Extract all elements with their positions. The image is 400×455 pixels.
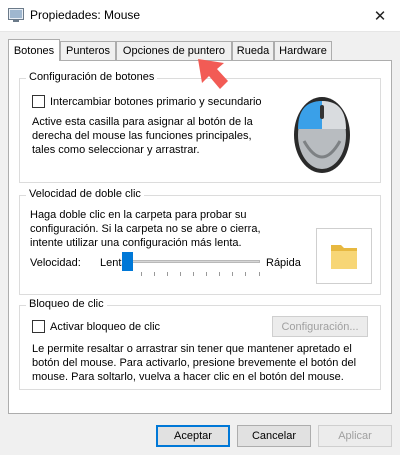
- mouse-image: [294, 97, 350, 173]
- slider-tick: [259, 272, 260, 276]
- click-lock-checkbox-row[interactable]: Activar bloqueo de clic: [32, 320, 160, 333]
- tab-punteros[interactable]: Punteros: [60, 41, 116, 60]
- tab-label: Hardware: [279, 45, 327, 57]
- slider-tick: [219, 272, 220, 276]
- fast-label: Rápida: [266, 257, 301, 269]
- swap-buttons-label: Intercambiar botones primario y secundar…: [50, 95, 262, 108]
- title-bar: Propiedades: Mouse ✕: [0, 0, 400, 32]
- slider-tick: [180, 272, 181, 276]
- cancel-button[interactable]: Cancelar: [237, 425, 311, 447]
- slider-tick: [154, 272, 155, 276]
- slider-thumb[interactable]: [122, 252, 133, 271]
- click-lock-label: Activar bloqueo de clic: [50, 320, 161, 333]
- button-config-description: Active esta casilla para asignar al botó…: [32, 116, 253, 156]
- double-click-speed-slider[interactable]: [128, 260, 260, 263]
- group-title: Bloqueo de clic: [26, 298, 107, 310]
- click-lock-settings-button[interactable]: Configuración...: [272, 316, 368, 337]
- double-click-group: Velocidad de doble clic Haga doble clic …: [19, 188, 381, 295]
- apply-button[interactable]: Aplicar: [318, 425, 392, 447]
- speed-label: Velocidad:: [30, 257, 81, 269]
- mouse-app-icon: [8, 8, 24, 22]
- swap-buttons-checkbox-row[interactable]: Intercambiar botones primario y secundar…: [32, 95, 262, 108]
- slider-tick: [245, 272, 246, 276]
- click-lock-group: Bloqueo de clic Activar bloqueo de clic …: [19, 298, 381, 390]
- test-folder[interactable]: [316, 228, 372, 284]
- click-lock-description: Le permite resaltar o arrastrar sin tene…: [32, 343, 357, 383]
- tab-hardware[interactable]: Hardware: [274, 41, 332, 60]
- folder-icon: [331, 245, 357, 269]
- double-click-description: Haga doble clic en la carpeta para proba…: [30, 209, 261, 249]
- tab-panel-botones: Configuración de botones Intercambiar bo…: [8, 60, 392, 414]
- close-icon: ✕: [373, 8, 387, 25]
- window-title: Propiedades: Mouse: [30, 8, 141, 22]
- tab-label: Rueda: [236, 45, 270, 57]
- slider-tick: [141, 272, 142, 276]
- tab-label: Punteros: [65, 45, 111, 57]
- click-lock-checkbox[interactable]: [32, 320, 45, 333]
- swap-buttons-checkbox[interactable]: [32, 95, 45, 108]
- slider-tick: [206, 272, 207, 276]
- ok-button[interactable]: Aceptar: [156, 425, 230, 447]
- tab-rueda[interactable]: Rueda: [232, 41, 274, 60]
- close-button[interactable]: ✕: [360, 0, 400, 32]
- slider-tick: [193, 272, 194, 276]
- group-title: Velocidad de doble clic: [26, 188, 144, 200]
- slider-tick: [167, 272, 168, 276]
- annotation-arrow-icon: [198, 59, 228, 89]
- slider-tick: [232, 272, 233, 276]
- tab-botones[interactable]: Botones: [8, 39, 60, 61]
- tab-label: Botones: [13, 44, 55, 57]
- group-title: Configuración de botones: [26, 71, 158, 83]
